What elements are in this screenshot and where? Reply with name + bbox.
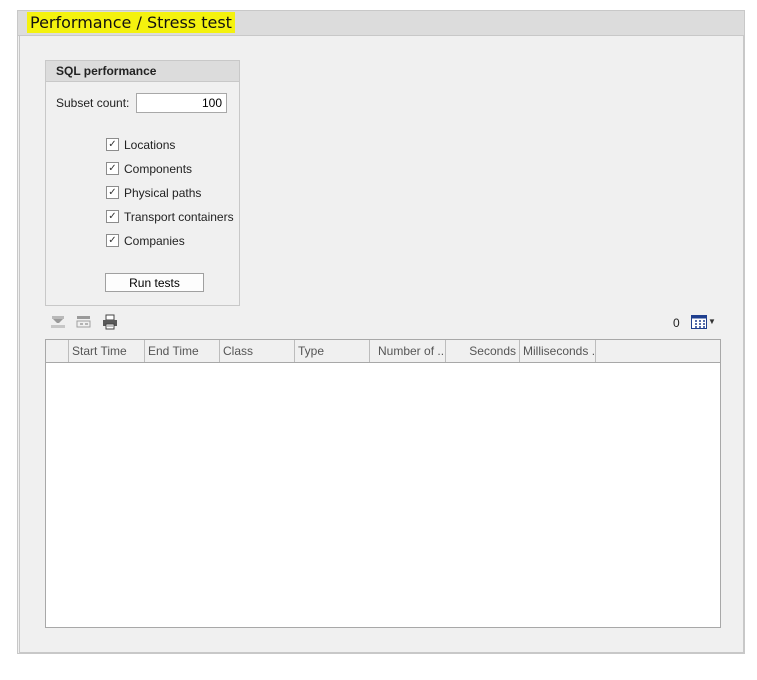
subset-count-input[interactable] [136,93,227,113]
sql-performance-group: SQL performance Subset count: ✓ Location… [45,60,240,306]
checkbox-label: Transport containers [124,210,234,224]
column-header-indicator[interactable] [46,340,69,362]
column-header-milliseconds[interactable]: Milliseconds ... [520,340,596,362]
column-header-end-time[interactable]: End Time [145,340,220,362]
check-icon[interactable]: ✓ [106,138,119,151]
row-count: 0 [673,316,680,330]
check-icon[interactable]: ✓ [106,210,119,223]
grid-layout-icon[interactable] [691,314,707,330]
panel-content: SQL performance Subset count: ✓ Location… [19,35,744,653]
run-tests-button[interactable]: Run tests [105,273,204,292]
check-icon[interactable]: ✓ [106,186,119,199]
panel-title-bar: Performance / Stress test [18,11,744,36]
results-table: Start Time End Time Class Type Number of… [45,339,721,628]
group-header: SQL performance [46,61,239,82]
filter-clear-icon[interactable] [49,314,67,330]
check-icon[interactable]: ✓ [106,234,119,247]
column-header-class[interactable]: Class [220,340,295,362]
checkbox-label: Components [124,162,193,176]
column-header-type[interactable]: Type [295,340,370,362]
chevron-down-icon[interactable]: ▼ [708,317,716,326]
column-chooser-icon[interactable] [75,314,93,330]
checkbox-label: Companies [124,234,185,248]
print-icon[interactable] [101,314,119,330]
column-header-seconds[interactable]: Seconds [446,340,520,362]
table-header: Start Time End Time Class Type Number of… [46,340,720,363]
page-title: Performance / Stress test [27,12,235,33]
column-header-start-time[interactable]: Start Time [69,340,145,362]
column-header-number-of[interactable]: Number of ... [370,340,446,362]
performance-panel: Performance / Stress test SQL performanc… [17,10,745,654]
subset-count-label: Subset count: [56,96,130,110]
check-icon[interactable]: ✓ [106,162,119,175]
checkbox-label: Physical paths [124,186,202,200]
checkbox-label: Locations [124,138,176,152]
